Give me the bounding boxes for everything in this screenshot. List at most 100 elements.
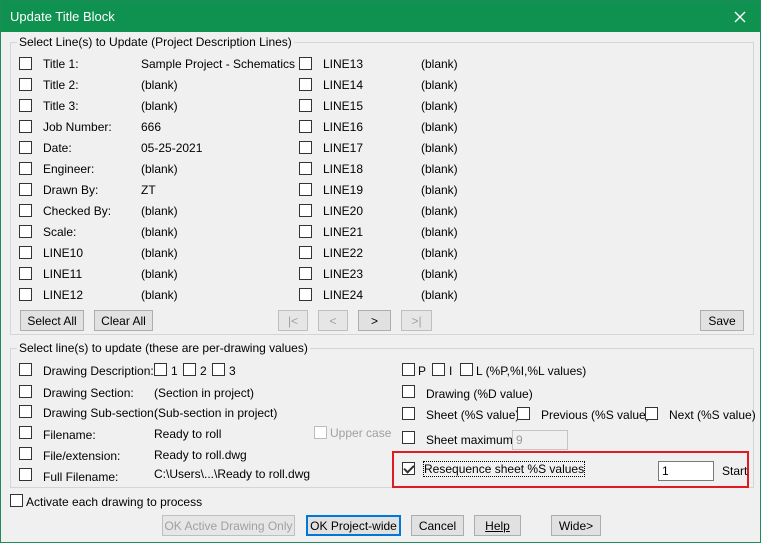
description-line-1-label: 1	[171, 364, 178, 378]
project-line-checkbox[interactable]	[19, 183, 32, 196]
filename-label: Filename:	[43, 428, 96, 442]
project-line-checkbox[interactable]	[299, 120, 312, 133]
per-drawing-values-group-title: Select line(s) to update (these are per-…	[17, 341, 310, 355]
project-line-checkbox[interactable]	[19, 120, 32, 133]
l-checkbox[interactable]	[460, 363, 473, 376]
previous-s-checkbox[interactable]	[517, 407, 530, 420]
project-line-value: (blank)	[421, 141, 458, 155]
project-line-label: LINE23	[323, 267, 364, 281]
sheet-s-label: Sheet (%S value)	[426, 408, 520, 422]
drawing-section-checkbox[interactable]	[19, 385, 32, 398]
filename-checkbox[interactable]	[19, 426, 32, 439]
project-line-value: (blank)	[421, 183, 458, 197]
last-page-button[interactable]: >|	[401, 310, 432, 331]
project-line-label: LINE21	[323, 225, 364, 239]
description-line-3-label: 3	[229, 364, 236, 378]
project-line-checkbox[interactable]	[19, 288, 32, 301]
resequence-label: Resequence sheet %S values	[422, 461, 586, 477]
project-line-value: (blank)	[141, 99, 178, 113]
cancel-button[interactable]: Cancel	[411, 515, 464, 536]
save-button[interactable]: Save	[700, 310, 744, 331]
project-line-label: Date:	[43, 141, 72, 155]
drawing-d-label: Drawing (%D value)	[426, 387, 533, 401]
project-line-checkbox[interactable]	[19, 78, 32, 91]
project-line-value: 05-25-2021	[141, 141, 203, 155]
project-line-value: (blank)	[141, 288, 178, 302]
activate-each-checkbox[interactable]	[10, 494, 23, 507]
project-line-checkbox[interactable]	[299, 225, 312, 238]
full-filename-checkbox[interactable]	[19, 468, 32, 481]
project-line-checkbox[interactable]	[19, 99, 32, 112]
description-line-2-checkbox[interactable]	[183, 363, 196, 376]
p-checkbox[interactable]	[402, 363, 415, 376]
previous-page-button[interactable]: <	[318, 310, 348, 331]
project-line-checkbox[interactable]	[19, 204, 32, 217]
project-line-value: (blank)	[141, 78, 178, 92]
select-all-button[interactable]: Select All	[20, 310, 84, 331]
project-line-label: LINE22	[323, 246, 364, 260]
clear-all-button[interactable]: Clear All	[94, 310, 153, 331]
drawing-d-checkbox[interactable]	[402, 385, 415, 398]
project-line-label: Engineer:	[43, 162, 95, 176]
drawing-subsection-value: (Sub-section in project)	[154, 406, 278, 420]
project-line-checkbox[interactable]	[299, 246, 312, 259]
project-line-value: (blank)	[141, 204, 178, 218]
upper-case-checkbox[interactable]	[314, 426, 327, 439]
project-line-value: 666	[141, 120, 162, 134]
close-icon	[734, 11, 746, 22]
project-line-value: (blank)	[141, 246, 178, 260]
project-line-label: LINE18	[323, 162, 364, 176]
start-input[interactable]: 1	[658, 461, 714, 481]
project-line-checkbox[interactable]	[299, 99, 312, 112]
wide-button[interactable]: Wide>	[551, 515, 601, 536]
project-line-checkbox[interactable]	[299, 267, 312, 280]
project-line-checkbox[interactable]	[19, 57, 32, 70]
project-line-value: ZT	[141, 183, 156, 197]
project-line-checkbox[interactable]	[299, 204, 312, 217]
p-label: P	[418, 364, 427, 378]
project-line-label: LINE19	[323, 183, 364, 197]
project-line-checkbox[interactable]	[299, 78, 312, 91]
first-page-button[interactable]: |<	[278, 310, 308, 331]
sheet-maximum-checkbox[interactable]	[402, 431, 415, 444]
drawing-subsection-checkbox[interactable]	[19, 405, 32, 418]
resequence-checkbox[interactable]	[402, 462, 415, 475]
project-line-checkbox[interactable]	[299, 183, 312, 196]
project-line-label: LINE13	[323, 57, 364, 71]
sheet-s-checkbox[interactable]	[402, 407, 415, 420]
project-line-value: (blank)	[421, 99, 458, 113]
project-line-checkbox[interactable]	[19, 246, 32, 259]
i-checkbox[interactable]	[432, 363, 445, 376]
sheet-maximum-input[interactable]: 9	[512, 430, 568, 450]
project-line-value: Sample Project - Schematics	[141, 57, 296, 71]
next-page-button[interactable]: >	[358, 310, 391, 331]
ok-project-wide-button[interactable]: OK Project-wide	[306, 515, 401, 536]
description-line-1-checkbox[interactable]	[154, 363, 167, 376]
project-line-value: (blank)	[141, 267, 178, 281]
project-line-checkbox[interactable]	[19, 162, 32, 175]
next-s-checkbox[interactable]	[645, 407, 658, 420]
close-button[interactable]	[720, 1, 760, 32]
project-line-checkbox[interactable]	[299, 162, 312, 175]
project-line-checkbox[interactable]	[19, 141, 32, 154]
project-line-value: (blank)	[421, 162, 458, 176]
project-line-checkbox[interactable]	[299, 288, 312, 301]
project-line-checkbox[interactable]	[19, 225, 32, 238]
drawing-description-checkbox[interactable]	[19, 363, 32, 376]
description-line-3-checkbox[interactable]	[212, 363, 225, 376]
project-line-checkbox[interactable]	[299, 141, 312, 154]
full-filename-value: C:\Users\...\Ready to roll.dwg	[154, 467, 311, 481]
project-line-label: LINE24	[323, 288, 364, 302]
project-line-label: Title 3:	[43, 99, 79, 113]
start-label: Start	[722, 464, 748, 478]
i-label: I	[449, 364, 453, 378]
project-line-value: (blank)	[421, 78, 458, 92]
project-line-checkbox[interactable]	[299, 57, 312, 70]
help-button[interactable]: Help	[474, 515, 521, 536]
drawing-section-label: Drawing Section:	[43, 386, 134, 400]
file-extension-checkbox[interactable]	[19, 447, 32, 460]
drawing-subsection-label: Drawing Sub-section:	[43, 406, 158, 420]
ok-active-drawing-button[interactable]: OK Active Drawing Only	[162, 515, 295, 536]
project-line-checkbox[interactable]	[19, 267, 32, 280]
update-title-block-dialog: Update Title Block Select Line(s) to Upd…	[0, 0, 761, 543]
